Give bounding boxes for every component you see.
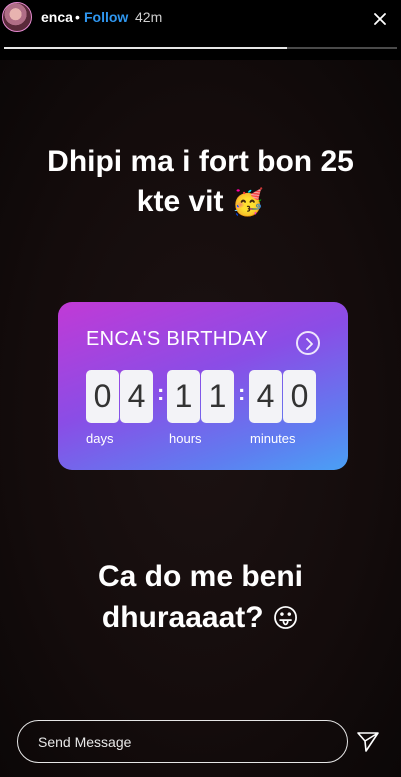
unit-hours: hours bbox=[169, 431, 202, 446]
follow-button[interactable]: Follow bbox=[84, 9, 128, 25]
avatar[interactable] bbox=[2, 2, 32, 32]
paper-plane-icon[interactable] bbox=[356, 729, 380, 753]
countdown-digit: 0 bbox=[283, 370, 316, 423]
more-dots-icon[interactable] bbox=[374, 12, 386, 25]
partying-face-emoji: 🥳 bbox=[231, 188, 265, 218]
countdown-digit: 4 bbox=[120, 370, 153, 423]
caption-bottom-line-2: dhuraaaat? 😛 bbox=[101, 601, 300, 634]
story-header: enca • Follow 42m bbox=[0, 0, 401, 56]
unit-minutes: minutes bbox=[250, 431, 296, 446]
story-canvas[interactable]: Dhipi ma i fort bon 25 kte vit 🥳 ENCA'S … bbox=[0, 60, 401, 777]
unit-days: days bbox=[86, 431, 114, 446]
username[interactable]: enca bbox=[41, 9, 73, 25]
send-message-placeholder: Send Message bbox=[38, 734, 132, 750]
countdown-sticker[interactable]: ENCA'S BIRTHDAY 0 4 : 1 1 : 4 0 days hou… bbox=[58, 302, 348, 470]
countdown-digit: 4 bbox=[249, 370, 282, 423]
separator-dot: • bbox=[75, 9, 80, 25]
story-caption-bottom: Ca do me beni dhuraaaat? 😛 bbox=[0, 556, 401, 640]
countdown-digit: 1 bbox=[167, 370, 200, 423]
story-progress-bar bbox=[4, 47, 397, 49]
countdown-digit: 0 bbox=[86, 370, 119, 423]
countdown-digit: 1 bbox=[201, 370, 234, 423]
caption-line-1: Dhipi ma i fort bon 25 bbox=[47, 145, 354, 178]
countdown-colon: : bbox=[238, 380, 246, 405]
story-progress-fill bbox=[4, 47, 287, 49]
caption-line-2: kte vit 🥳 bbox=[136, 185, 265, 218]
chevron-right-icon[interactable] bbox=[296, 331, 320, 355]
send-message-input[interactable]: Send Message bbox=[17, 720, 348, 763]
tongue-out-emoji: 😛 bbox=[271, 604, 300, 634]
countdown-colon: : bbox=[157, 380, 165, 405]
caption-bottom-line-1: Ca do me beni bbox=[97, 560, 304, 593]
countdown-title: ENCA'S BIRTHDAY bbox=[86, 328, 269, 350]
post-time: 42m bbox=[135, 9, 163, 25]
story-caption-top: Dhipi ma i fort bon 25 kte vit 🥳 bbox=[0, 142, 401, 223]
